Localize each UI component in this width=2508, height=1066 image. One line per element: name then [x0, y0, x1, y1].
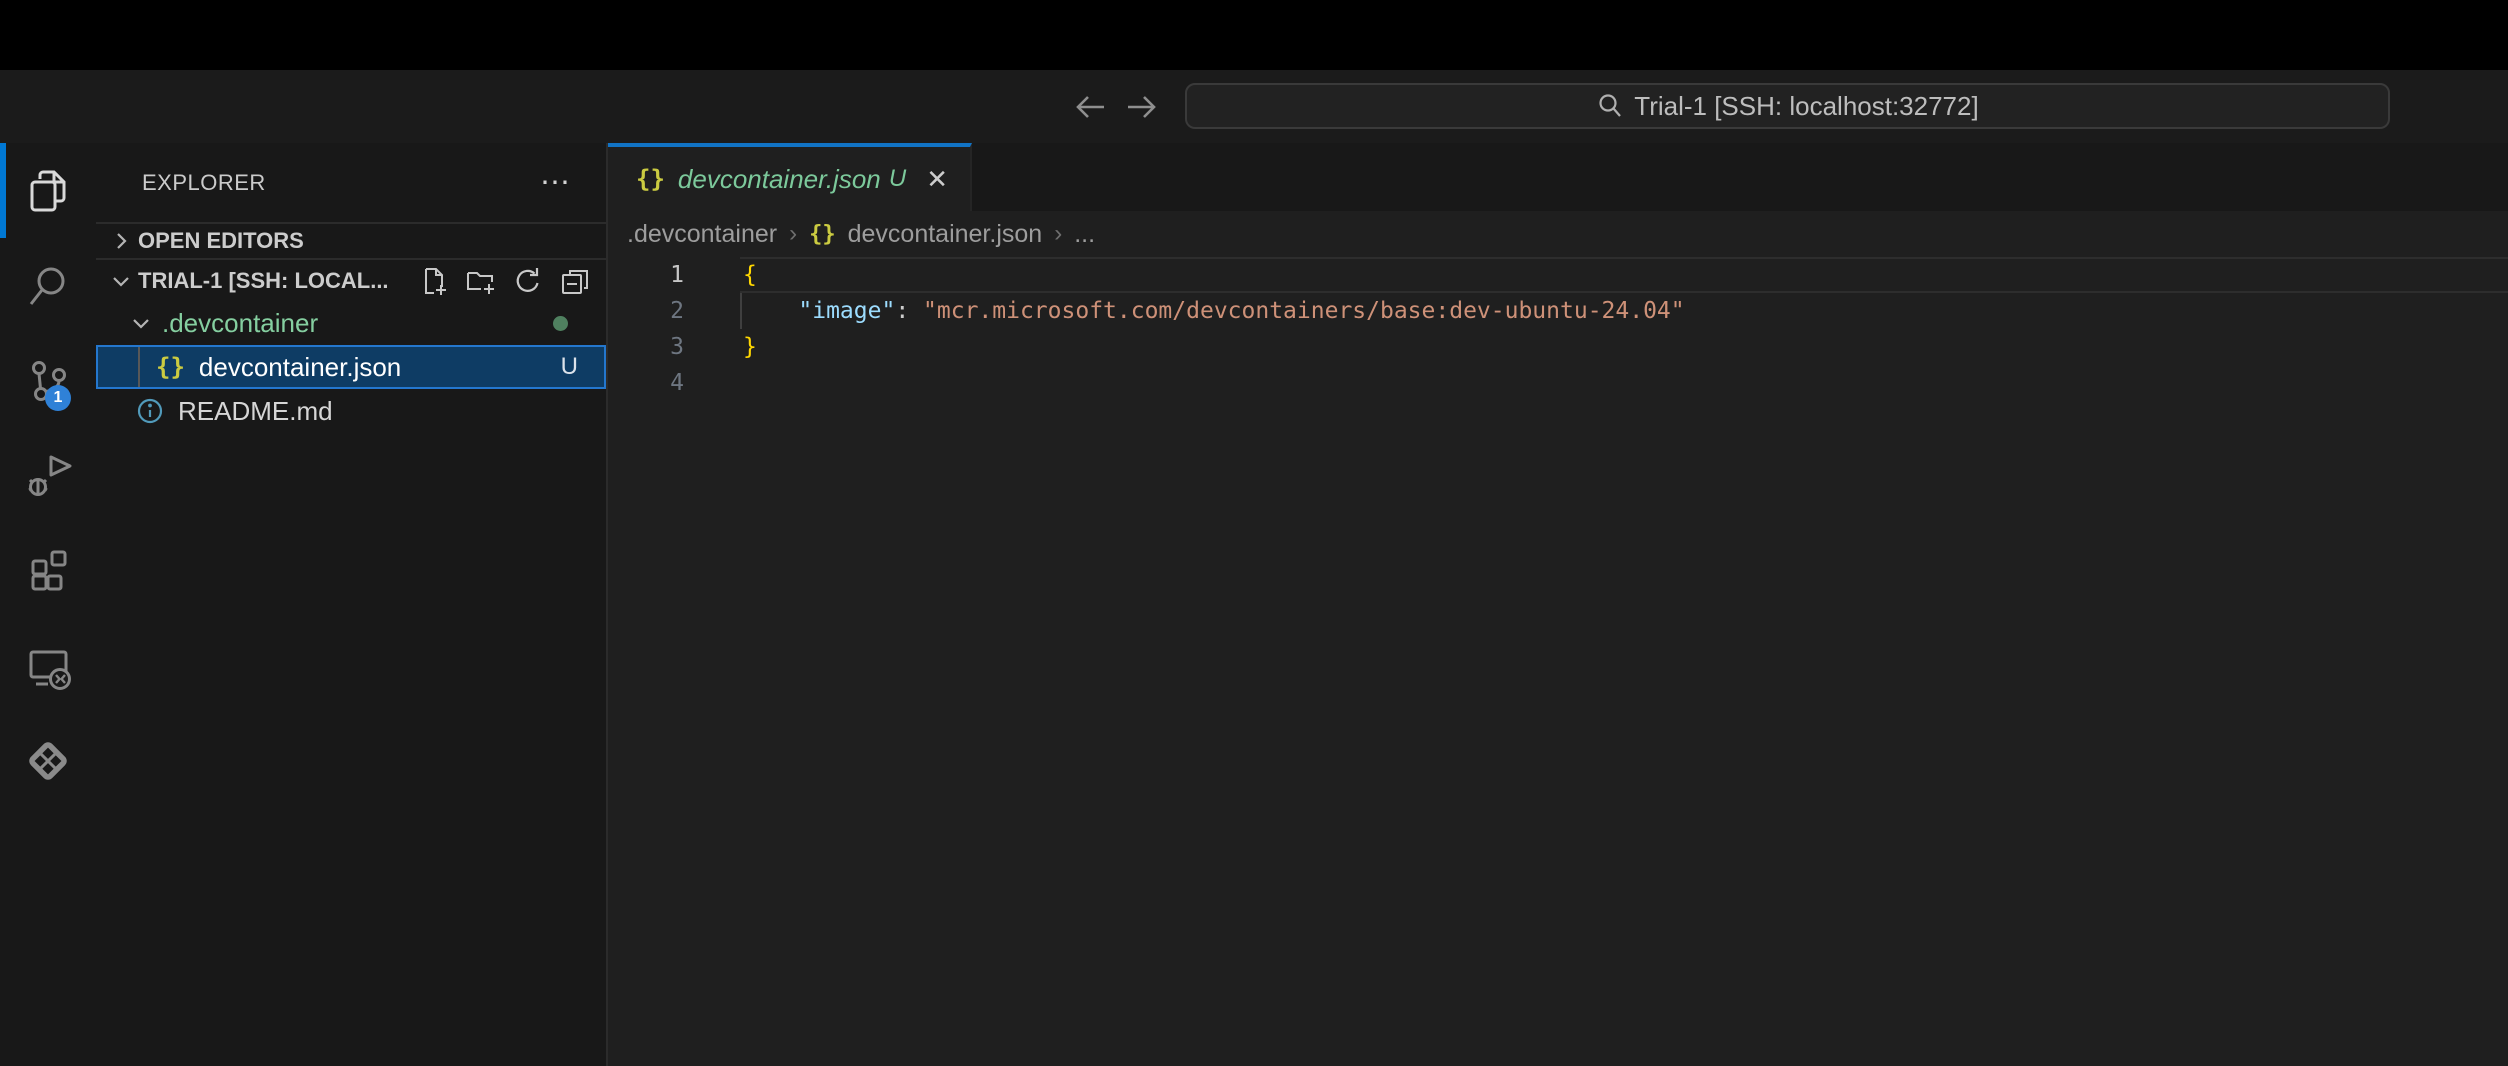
line-number: 2	[608, 293, 684, 329]
more-actions-icon[interactable]: ⋯	[540, 165, 572, 200]
line-number: 1	[608, 257, 684, 293]
refresh-button[interactable]	[513, 266, 543, 296]
code-token: }	[743, 334, 757, 360]
tree-item-devcontainer-folder[interactable]: .devcontainer	[96, 301, 606, 345]
code-token	[743, 298, 798, 324]
file-label: README.md	[178, 396, 333, 427]
tab-git-badge: U	[889, 165, 906, 193]
arrow-right-icon	[1122, 87, 1162, 127]
code-line: 3 }	[608, 329, 2508, 365]
editor-group: {} devcontainer.json U ✕ .devcontainer ›…	[608, 143, 2508, 1066]
activity-run-debug[interactable]	[0, 428, 96, 523]
json-file-icon: {}	[156, 353, 185, 381]
collapse-all-button[interactable]	[560, 266, 590, 296]
activity-containers[interactable]	[0, 713, 96, 808]
breadcrumb-folder[interactable]: .devcontainer	[627, 220, 777, 249]
window-top-band	[0, 0, 2508, 70]
activity-remote-explorer[interactable]	[0, 618, 96, 713]
git-modified-dot	[553, 316, 568, 331]
chevron-down-icon	[110, 270, 132, 292]
tab-devcontainer-json[interactable]: {} devcontainer.json U ✕	[608, 143, 972, 211]
back-button[interactable]	[1068, 70, 1112, 143]
tab-label: devcontainer.json	[678, 164, 881, 195]
code-line: 4	[608, 365, 2508, 401]
code-line: 2 "image": "mcr.microsoft.com/devcontain…	[608, 293, 2508, 329]
title-bar: Trial-1 [SSH: localhost:32772]	[0, 70, 2508, 143]
line-number: 3	[608, 329, 684, 365]
chevron-right-icon	[110, 230, 132, 252]
tree-indent-guide	[138, 347, 140, 387]
breadcrumb-file[interactable]: devcontainer.json	[848, 220, 1043, 249]
open-editors-label: OPEN EDITORS	[138, 228, 304, 254]
source-control-badge: 1	[45, 385, 71, 411]
files-icon	[24, 167, 72, 215]
extensions-icon	[24, 547, 72, 595]
activity-extensions[interactable]	[0, 523, 96, 618]
code-token: "image"	[798, 298, 895, 324]
new-folder-button[interactable]	[466, 266, 496, 296]
workspace-section-header[interactable]: TRIAL-1 [SSH: LOCAL...	[96, 258, 606, 301]
chevron-down-icon	[130, 312, 152, 334]
explorer-sidebar: EXPLORER ⋯ OPEN EDITORS TRIAL-1 [SSH: LO…	[96, 143, 608, 1066]
code-token: {	[743, 262, 757, 288]
info-icon	[136, 397, 164, 425]
activity-source-control[interactable]: 1	[0, 333, 96, 428]
tree-item-devcontainer-json[interactable]: {} devcontainer.json U	[96, 345, 606, 389]
arrow-left-icon	[1070, 87, 1110, 127]
activity-bar: 1	[0, 143, 96, 1066]
file-label: devcontainer.json	[199, 352, 401, 383]
json-file-icon: {}	[809, 222, 836, 247]
command-center-search[interactable]: Trial-1 [SSH: localhost:32772]	[1185, 83, 2390, 129]
code-editor[interactable]: 1 { 2 "image": "mcr.microsoft.com/devcon…	[608, 257, 2508, 1066]
tree-item-readme[interactable]: README.md	[96, 389, 606, 433]
open-editors-header[interactable]: OPEN EDITORS	[96, 222, 606, 258]
activity-explorer[interactable]	[0, 143, 96, 238]
command-center-text: Trial-1 [SSH: localhost:32772]	[1634, 91, 1978, 122]
debug-icon	[24, 452, 72, 500]
line-number: 4	[608, 365, 684, 401]
search-icon	[1596, 92, 1624, 120]
remote-explorer-icon	[24, 642, 72, 690]
sidebar-title: EXPLORER	[142, 170, 266, 196]
new-file-button[interactable]	[419, 266, 449, 296]
workspace-label: TRIAL-1 [SSH: LOCAL...	[138, 268, 389, 294]
activity-search[interactable]	[0, 238, 96, 333]
folder-label: .devcontainer	[162, 308, 318, 339]
tab-bar: {} devcontainer.json U ✕	[608, 143, 2508, 211]
chevron-separator: ›	[789, 220, 797, 248]
breadcrumb: .devcontainer › {} devcontainer.json › .…	[608, 211, 2508, 257]
code-token: :	[895, 298, 923, 324]
sidebar-title-bar: EXPLORER ⋯	[96, 143, 606, 222]
chevron-separator: ›	[1054, 220, 1062, 248]
breadcrumb-symbol[interactable]: ...	[1074, 220, 1095, 249]
search-icon	[24, 262, 72, 310]
code-line: 1 {	[608, 257, 2508, 293]
git-untracked-badge: U	[561, 353, 578, 381]
container-diamond-icon	[24, 737, 72, 785]
workspace-actions	[419, 266, 590, 296]
json-file-icon: {}	[636, 165, 665, 193]
code-token: "mcr.microsoft.com/devcontainers/base:de…	[923, 298, 1685, 324]
forward-button[interactable]	[1120, 70, 1164, 143]
close-icon[interactable]: ✕	[926, 164, 948, 195]
